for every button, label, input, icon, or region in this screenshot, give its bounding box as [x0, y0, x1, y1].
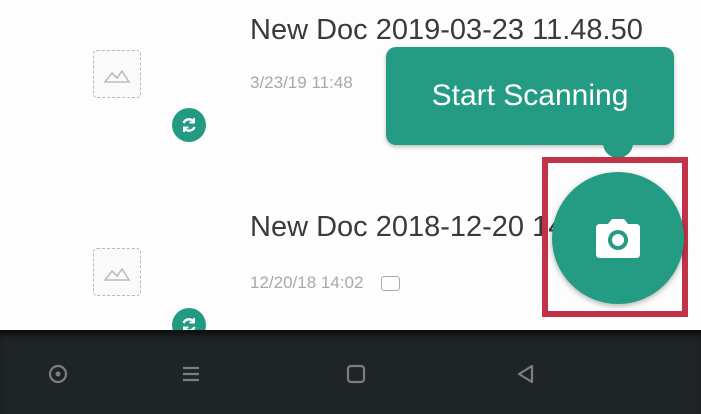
image-placeholder-icon	[93, 248, 141, 296]
sync-icon[interactable]	[172, 108, 206, 142]
document-date: 12/20/18 14:02	[250, 273, 401, 293]
circle-icon[interactable]	[44, 360, 72, 388]
system-nav-bar	[0, 330, 701, 414]
document-date-text: 12/20/18 14:02	[250, 273, 364, 292]
start-scanning-tooltip: Start Scanning	[386, 47, 674, 145]
camera-icon	[596, 219, 640, 258]
scan-fab-button[interactable]	[552, 172, 684, 304]
document-date: 3/23/19 11:48	[250, 73, 353, 92]
home-square-icon[interactable]	[342, 360, 370, 388]
page-icon	[381, 276, 401, 292]
back-triangle-icon[interactable]	[512, 360, 540, 388]
document-title: New Doc 2019-03-23 11.48.50	[250, 14, 643, 46]
menu-icon[interactable]	[177, 360, 205, 388]
image-placeholder-icon	[93, 50, 141, 98]
